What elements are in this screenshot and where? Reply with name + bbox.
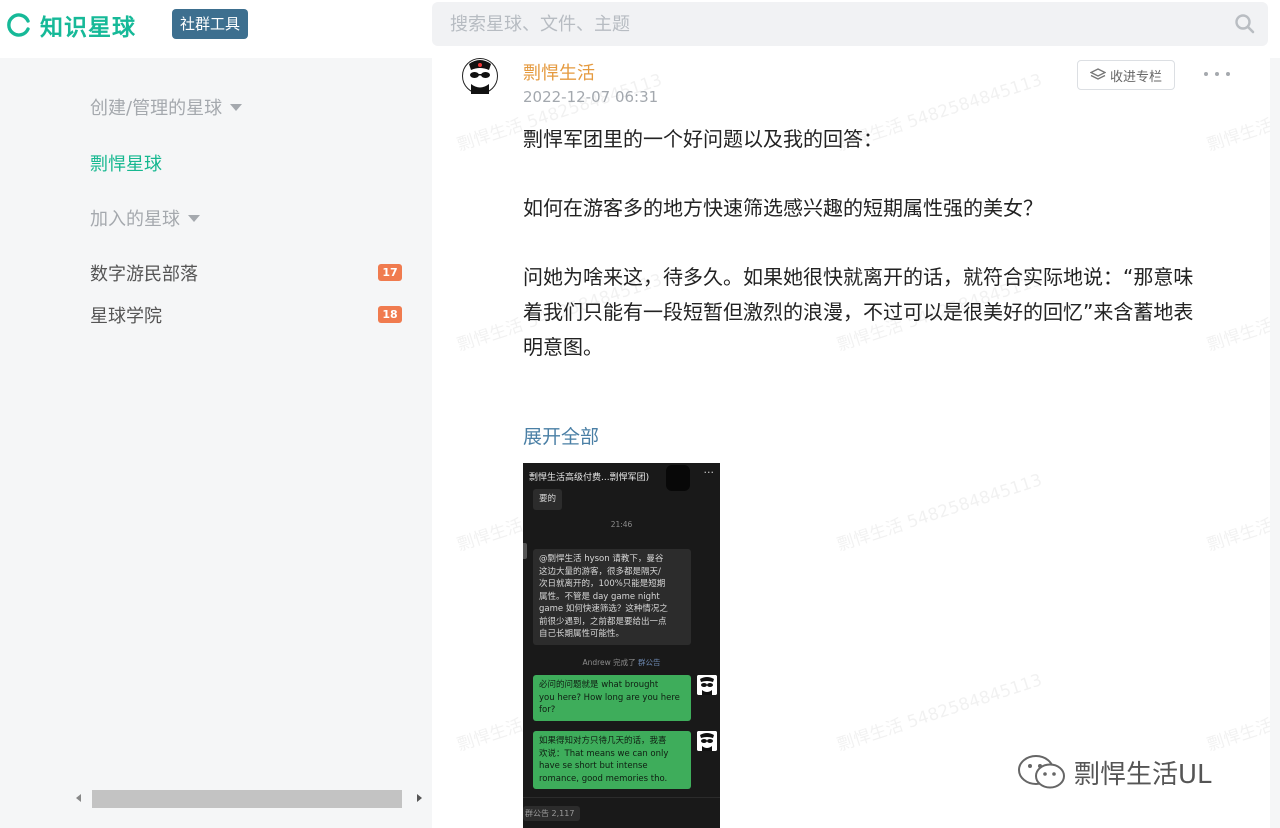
post-paragraph: 如何在游客多的地方快速筛选感兴趣的短期属性强的美女？	[523, 196, 1043, 220]
author-name[interactable]: 剽悍生活	[523, 59, 595, 85]
watermark: 剽悍生活 5482584845113	[834, 670, 1045, 756]
app-logo[interactable]: 知识星球	[6, 9, 136, 41]
search-icon[interactable]	[1234, 13, 1256, 35]
wechat-watermark: 剽悍生活UL	[1016, 752, 1212, 792]
chat-answer-bubble: 如果得知对方只待几天的话，我喜 欢说：That means we can onl…	[533, 731, 691, 789]
created-groups-title: 创建/管理的星球	[90, 98, 223, 119]
created-groups-header[interactable]: 创建/管理的星球	[90, 94, 243, 120]
sidebar-item-digital-nomad[interactable]: 数字游民部落 17	[90, 258, 410, 288]
chat-avatar	[697, 731, 717, 751]
author-avatar[interactable]	[462, 58, 498, 94]
post-paragraph: 明意图。	[523, 335, 603, 359]
sidebar-item-planet-academy[interactable]: 星球学院 18	[90, 300, 410, 330]
chat-system-message: Andrew 完成了 群公告	[582, 658, 661, 667]
chat-title: 剽悍生活高级付费...剽悍军团)	[529, 473, 650, 483]
more-options-icon[interactable]	[1204, 69, 1230, 79]
sidebar-item-label: 星球学院	[90, 306, 162, 327]
chat-footer-chip: 群公告 2,117	[523, 806, 581, 821]
chat-redaction	[666, 465, 690, 491]
watermark: 剽悍生活 5482584845113	[834, 470, 1045, 556]
collect-label: 收进专栏	[1109, 69, 1162, 85]
post-timestamp: 2022-12-07 06:31	[523, 88, 659, 106]
search-box	[432, 2, 1268, 46]
chat-question-bubble: @剽悍生活 hyson 请教下，曼谷 这边大量的游客，很多都是隔天/ 次日就离开…	[533, 549, 691, 645]
watermark: 剽悍生活 5482584845113	[1204, 270, 1270, 356]
logo-ring-icon	[7, 13, 30, 37]
post-image-chat-screenshot[interactable]: 剽悍生活高级付费...剽悍军团) ··· 要的 21:46 @剽悍生活 hyso…	[523, 463, 720, 828]
post-paragraph: 问她为啥来这，待多久。如果她很快就离开的话，就符合实际地说：“那意味	[523, 265, 1194, 289]
watermark: 剽悍生活 5482584845113	[1204, 70, 1270, 156]
chat-footer: 群公告 2,117	[523, 797, 720, 828]
sidebar: 创建/管理的星球 剽悍星球 加入的星球 数字游民部落 17 星球学院 18	[0, 58, 432, 828]
chat-bubble: 要的	[533, 489, 563, 510]
joined-groups-header[interactable]: 加入的星球	[90, 205, 200, 231]
horizontal-scrollbar[interactable]	[70, 787, 430, 811]
expand-all-link[interactable]: 展开全部	[523, 422, 599, 449]
chat-more-icon: ···	[703, 466, 715, 479]
post-card: 剽悍生活 5482584845113 剽悍生活 5482584845113 剽悍…	[432, 58, 1270, 828]
collect-to-column-button[interactable]: 收进专栏	[1077, 60, 1175, 90]
community-tools-button[interactable]: 社群工具	[172, 9, 249, 39]
joined-groups-title: 加入的星球	[90, 209, 180, 230]
watermark: 剽悍生活 5482584845113	[1204, 470, 1270, 556]
search-input[interactable]	[432, 2, 1232, 46]
post-paragraph: 着我们只能有一段短暂但激烈的浪漫，不过可以是很美好的回忆”来含蓄地表	[523, 300, 1194, 324]
wechat-icon	[1018, 755, 1065, 789]
caret-down-icon	[230, 103, 243, 111]
logo-text: 知识星球	[40, 15, 136, 41]
caret-down-icon	[188, 214, 200, 222]
sidebar-item-label: 剽悍星球	[90, 154, 162, 175]
scroll-right-arrow-icon[interactable]	[417, 794, 422, 802]
top-header: 知识星球 社群工具	[0, 0, 1280, 58]
post-paragraph: 剽悍军团里的一个好问题以及我的回答：	[523, 127, 883, 151]
chat-answer-bubble: 必问的问题就是 what brought you here? How long …	[533, 675, 691, 721]
chat-avatar	[697, 675, 717, 695]
chat-time: 21:46	[610, 520, 633, 529]
unread-badge: 17	[378, 264, 402, 281]
unread-badge: 18	[378, 306, 402, 323]
scrollbar-thumb[interactable]	[92, 790, 402, 808]
scroll-left-arrow-icon[interactable]	[76, 794, 81, 802]
wechat-account-name: 剽悍生活UL	[1074, 759, 1212, 790]
stack-icon	[1089, 68, 1106, 80]
watermark: 剽悍生活 5482584845113	[1204, 670, 1270, 756]
sidebar-item-label: 数字游民部落	[90, 264, 198, 285]
sidebar-item-piaohan-planet[interactable]: 剽悍星球	[90, 148, 410, 178]
chat-avatar	[523, 543, 527, 559]
